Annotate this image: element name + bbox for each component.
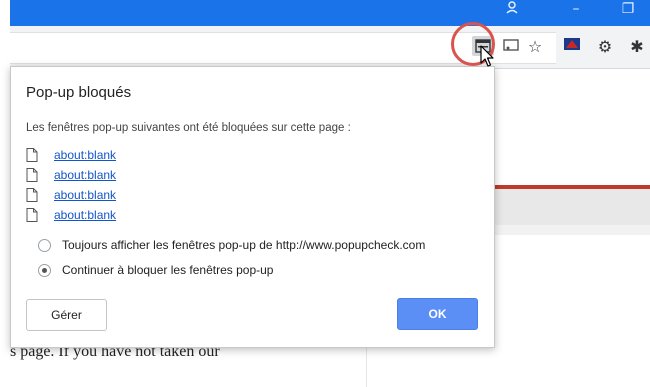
always-show-radio[interactable] [38,239,51,252]
mouse-cursor-icon [480,45,494,67]
browser-toolbar: ☆ ⚙ ✱ [10,26,650,69]
popup-blocked-dialog: Pop-up bloqués Les fenêtres pop-up suiva… [10,66,495,348]
manage-button[interactable]: Gérer [26,299,107,331]
cast-icon[interactable] [500,36,522,58]
browser-window: – ❐ ☆ ⚙ ✱ s page. If you have not taken … [0,0,650,387]
blocked-popup-link[interactable]: about:blank [54,188,116,202]
blocked-popup-link[interactable]: about:blank [54,208,116,222]
minimize-button[interactable]: – [556,0,596,22]
restore-button[interactable]: ❐ [608,0,648,22]
account-icon[interactable] [492,0,532,22]
ok-button[interactable]: OK [397,298,478,330]
dialog-description: Les fenêtres pop-up suivantes ont été bl… [26,122,351,134]
document-icon [26,188,38,202]
title-bar: – ❐ [10,0,650,26]
keep-blocking-label: Continuer à bloquer les fenêtres pop-up [62,263,274,277]
document-icon [26,208,38,222]
blocked-popup-link[interactable]: about:blank [54,148,116,162]
star-icon[interactable]: ☆ [524,36,546,58]
keep-blocking-radio[interactable] [38,264,51,277]
document-icon [26,148,38,162]
dialog-title: Pop-up bloqués [26,84,132,101]
always-show-label: Toujours afficher les fenêtres pop-up de… [62,238,426,252]
bug-extension-icon[interactable]: ✱ [626,36,648,58]
document-icon [26,168,38,182]
extension-icon[interactable] [561,36,583,58]
blocked-popup-link[interactable]: about:blank [54,168,116,182]
settings-icon[interactable]: ⚙ [594,36,616,58]
